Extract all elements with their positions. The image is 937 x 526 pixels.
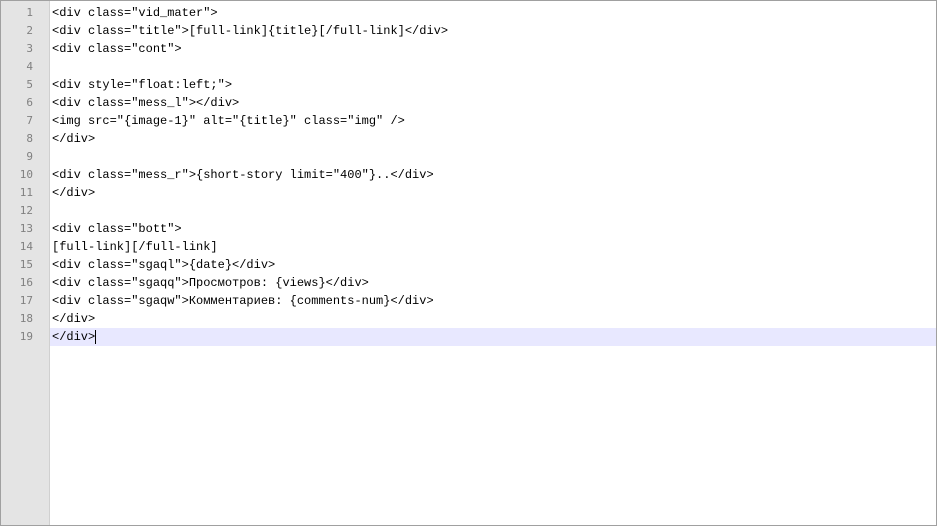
line-number: 17 (19, 294, 33, 307)
line-text[interactable]: <div style="float:left;"> (52, 76, 232, 94)
code-line[interactable]: 2 <div class="title">[full-link]{title}[… (26, 22, 936, 40)
code-editor[interactable]: 1 <div class="vid_mater"> 2 <div class="… (0, 0, 937, 526)
line-text[interactable]: </div> (52, 310, 95, 328)
code-line[interactable]: 10 <div class="mess_r">{short-story limi… (20, 166, 936, 184)
code-line[interactable]: 16 <div class="sgaqq">Просмотров: {views… (20, 274, 936, 292)
line-text[interactable]: <div class="cont"> (52, 40, 182, 58)
line-number: 18 (19, 312, 33, 325)
line-text[interactable]: <div class="sgaqw">Комментариев: {commen… (52, 292, 434, 310)
line-text[interactable]: [full-link][/full-link] (52, 238, 218, 256)
line-number: 1 (26, 6, 33, 19)
line-number: 9 (26, 150, 33, 163)
line-number: 6 (26, 96, 33, 109)
line-number: 10 (19, 168, 33, 181)
line-text[interactable]: </div> (52, 184, 95, 202)
line-text[interactable]: <div class="mess_r">{short-story limit="… (52, 166, 434, 184)
line-text[interactable]: <div class="bott"> (52, 220, 182, 238)
code-line[interactable]: 6 <div class="mess_l"></div> (26, 94, 936, 112)
line-text[interactable]: <div class="sgaql">{date}</div> (52, 256, 275, 274)
line-number: 11 (19, 186, 33, 199)
code-text-area[interactable]: 1 <div class="vid_mater"> 2 <div class="… (20, 1, 936, 525)
line-number: 12 (19, 204, 33, 217)
line-number: 14 (19, 240, 33, 253)
line-text-content: </div> (52, 330, 96, 344)
line-text[interactable]: <div class="vid_mater"> (52, 4, 218, 22)
code-line[interactable]: 13 <div class="bott"> (20, 220, 936, 238)
line-text[interactable]: <img src="{image-1}" alt="{title}" class… (52, 112, 405, 130)
code-line-current[interactable]: 19 </div> (20, 328, 936, 346)
line-number: 4 (26, 60, 33, 73)
text-caret (95, 329, 97, 344)
code-line[interactable]: 8 </div> (26, 130, 936, 148)
code-line[interactable]: 1 <div class="vid_mater"> (26, 4, 936, 22)
code-line[interactable]: 15 <div class="sgaql">{date}</div> (20, 256, 936, 274)
line-number: 8 (26, 132, 33, 145)
code-line[interactable]: 7 <img src="{image-1}" alt="{title}" cla… (26, 112, 936, 130)
code-line[interactable]: 11 </div> (20, 184, 936, 202)
code-line[interactable]: 4 (26, 58, 936, 76)
code-line[interactable]: 18 </div> (20, 310, 936, 328)
line-number: 5 (26, 78, 33, 91)
line-number: 3 (26, 42, 33, 55)
code-line[interactable]: 5 <div style="float:left;"> (26, 76, 936, 94)
line-text[interactable]: </div> (52, 130, 95, 148)
code-line[interactable]: 12 (20, 202, 936, 220)
line-number: 13 (19, 222, 33, 235)
line-text[interactable]: <div class="sgaqq">Просмотров: {views}</… (52, 274, 369, 292)
code-line[interactable]: 14 [full-link][/full-link] (20, 238, 936, 256)
line-number: 19 (19, 330, 33, 343)
line-text[interactable]: <div class="title">[full-link]{title}[/f… (52, 22, 448, 40)
line-number: 2 (26, 24, 33, 37)
line-text[interactable]: </div> (52, 328, 97, 346)
line-number: 16 (19, 276, 33, 289)
line-number: 15 (19, 258, 33, 271)
code-line[interactable]: 9 (26, 148, 936, 166)
code-line[interactable]: 3 <div class="cont"> (26, 40, 936, 58)
line-text[interactable]: <div class="mess_l"></div> (52, 94, 239, 112)
code-line[interactable]: 17 <div class="sgaqw">Комментариев: {com… (20, 292, 936, 310)
line-number: 7 (26, 114, 33, 127)
